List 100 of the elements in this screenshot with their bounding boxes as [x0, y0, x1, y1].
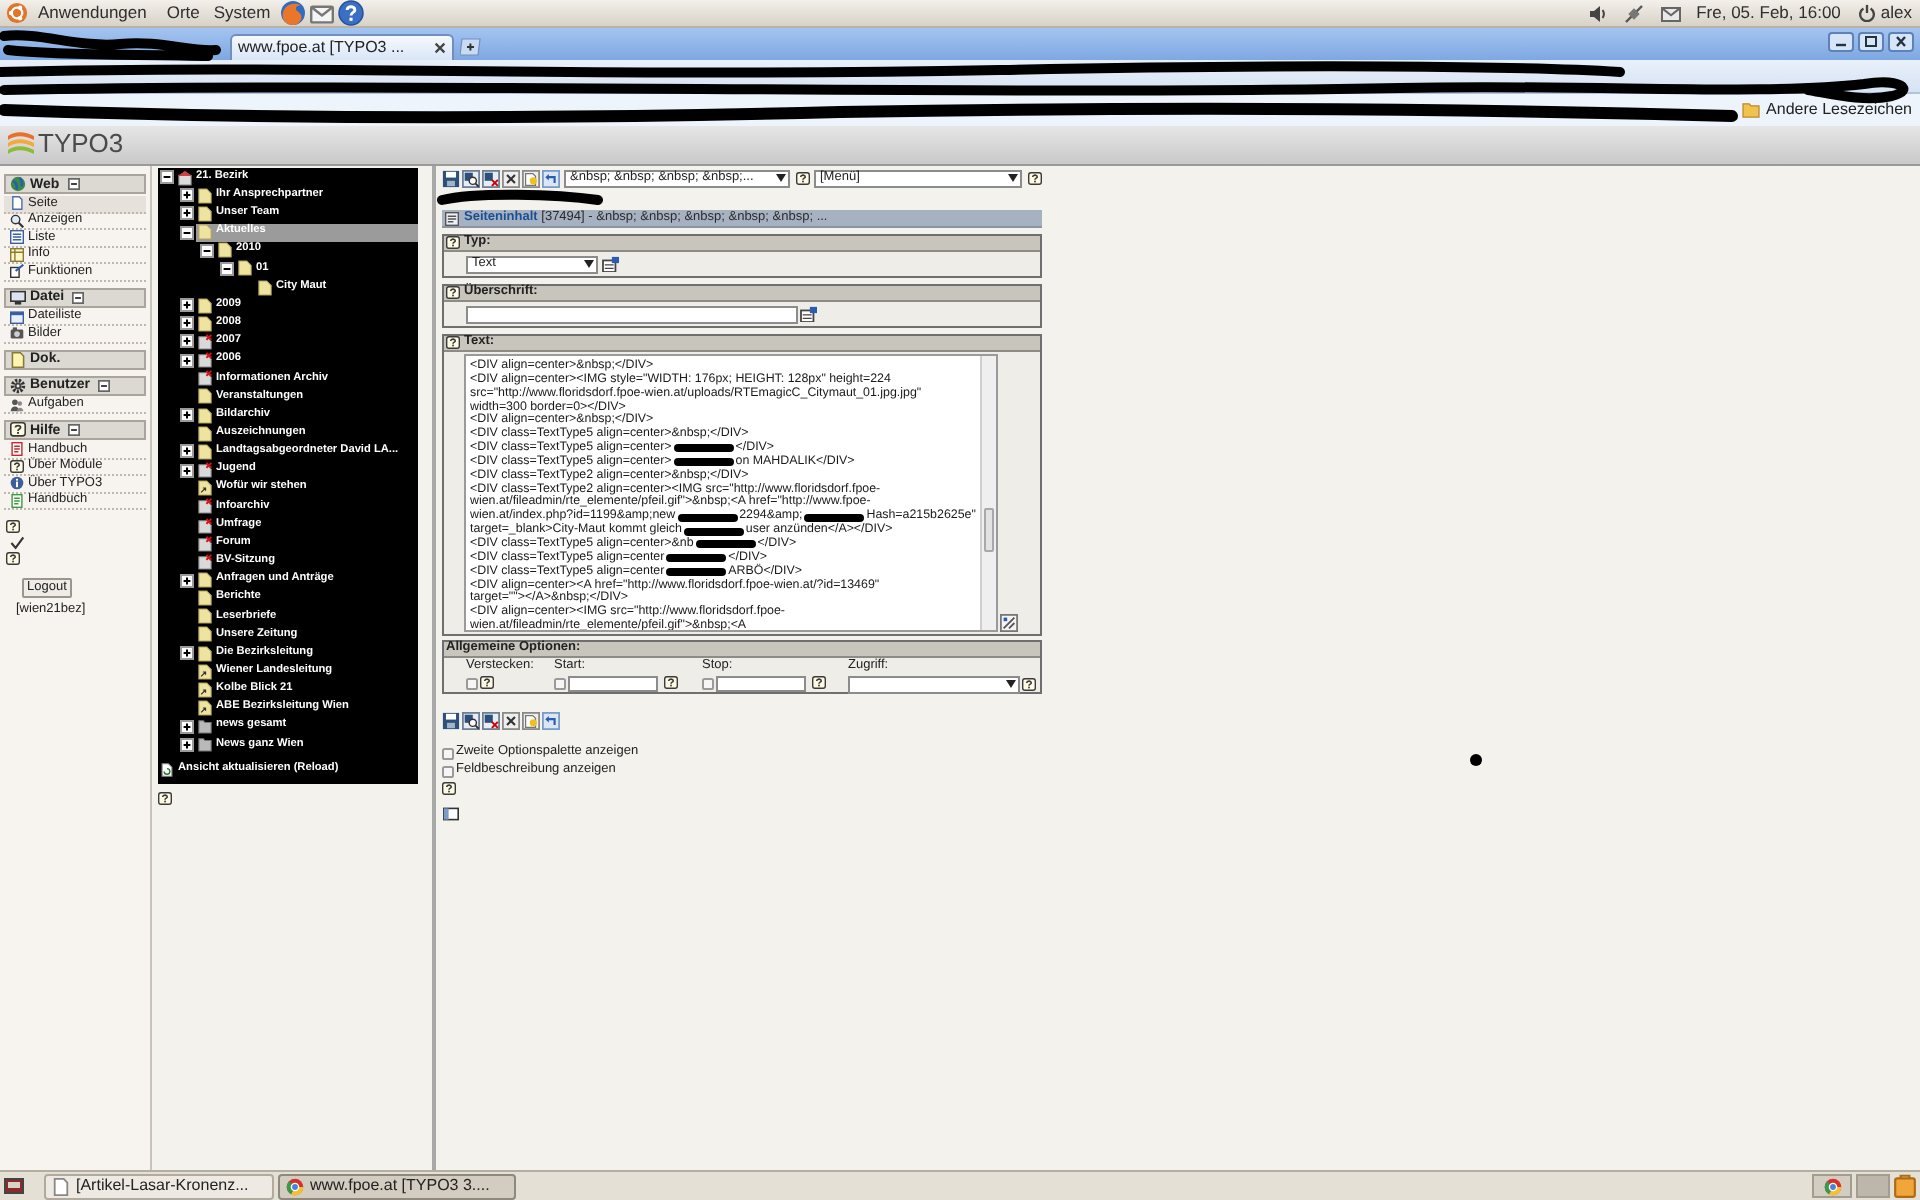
browser-tab[interactable]: www.fpoe.at [TYPO3 ...	[230, 34, 454, 60]
plus-box-icon[interactable]	[180, 188, 194, 203]
help-circle-icon[interactable]	[338, 0, 365, 26]
window-icon[interactable]	[442, 806, 460, 822]
help-icon[interactable]	[158, 792, 172, 806]
plus-box-icon[interactable]	[180, 463, 194, 478]
logo-text: TYPO3	[38, 130, 124, 156]
folder-icon	[1742, 102, 1761, 118]
envelope-icon[interactable]	[310, 1, 335, 25]
help-icon[interactable]	[1022, 677, 1036, 691]
checkbox[interactable]	[466, 677, 478, 690]
plus-box-icon[interactable]	[180, 408, 194, 423]
taskbar-button[interactable]: [Artikel-Lasar-Kronenz...	[44, 1173, 274, 1199]
help-icon[interactable]	[1028, 171, 1042, 185]
text-lines-icon	[444, 211, 460, 225]
ring-logo-icon[interactable]	[6, 2, 28, 24]
redaction-mark	[677, 513, 738, 522]
date-input[interactable]	[568, 675, 658, 692]
plus-box-icon[interactable]	[180, 573, 194, 588]
floppy-cross-icon[interactable]	[482, 711, 500, 729]
envelope-icon[interactable]	[1660, 3, 1683, 23]
plus-box-icon[interactable]	[180, 719, 194, 734]
help-icon	[10, 422, 26, 438]
menu-item[interactable]: System	[213, 4, 271, 22]
file-list-icon	[10, 309, 24, 324]
cross-icon[interactable]	[502, 711, 520, 729]
document-dot-icon[interactable]	[522, 169, 540, 187]
help-icon[interactable]	[446, 286, 460, 300]
help-icon	[10, 459, 24, 474]
help-icon[interactable]	[664, 676, 678, 691]
close-icon[interactable]	[1888, 32, 1914, 52]
plus-box-icon[interactable]	[180, 737, 194, 752]
caret-icon	[1006, 680, 1016, 688]
hidden-page-icon	[198, 462, 212, 479]
briefcase-icon[interactable]	[1894, 1174, 1916, 1198]
logo-icon	[6, 130, 36, 154]
minus-box-icon[interactable]	[67, 178, 80, 190]
help-icon[interactable]	[446, 336, 460, 350]
undo-arrow-icon[interactable]	[542, 711, 560, 729]
help-icon[interactable]	[442, 782, 456, 796]
floppy-magnifier-icon[interactable]	[462, 169, 480, 187]
document-dot-icon[interactable]	[522, 711, 540, 729]
plus-box-icon[interactable]	[180, 298, 194, 313]
help-icon[interactable]	[6, 552, 20, 566]
help-icon[interactable]	[480, 676, 494, 691]
close-icon[interactable]	[434, 42, 446, 54]
menu-item[interactable]: Orte	[166, 4, 200, 22]
cross-icon[interactable]	[502, 169, 520, 187]
minimize-icon[interactable]	[1828, 32, 1854, 52]
user-name[interactable]: alex	[1880, 4, 1912, 22]
minus-box-icon[interactable]	[220, 261, 234, 276]
form-icon[interactable]	[602, 256, 620, 272]
plus-box-icon[interactable]	[180, 646, 194, 661]
info-icon	[10, 476, 24, 491]
help-icon[interactable]	[6, 520, 20, 534]
maximize-icon[interactable]	[1858, 32, 1884, 52]
power-icon[interactable]	[1858, 4, 1877, 22]
minus-box-icon[interactable]	[200, 243, 214, 258]
network-icon[interactable]	[1624, 3, 1645, 23]
list-icon	[10, 230, 24, 245]
checkbox[interactable]	[442, 747, 454, 759]
plus-box-icon[interactable]	[180, 353, 194, 368]
plus-box-icon[interactable]	[180, 316, 194, 331]
date-input[interactable]	[716, 675, 806, 692]
scrollbar[interactable]	[980, 356, 996, 630]
form-icon[interactable]	[800, 306, 818, 322]
plus-box-icon[interactable]	[180, 444, 194, 459]
caret-icon	[1008, 174, 1018, 182]
gear-icon	[10, 377, 26, 393]
tray-button[interactable]	[1812, 1174, 1852, 1198]
colored-ring-icon	[286, 1177, 304, 1195]
minus-box-icon[interactable]	[180, 225, 194, 240]
checkbox[interactable]	[554, 677, 566, 690]
undo-arrow-icon[interactable]	[542, 169, 560, 187]
resize-icon[interactable]	[1000, 614, 1018, 632]
help-icon[interactable]	[796, 171, 810, 185]
floppy-cross-icon[interactable]	[482, 169, 500, 187]
checkbox[interactable]	[702, 677, 714, 690]
plus-box-icon[interactable]	[180, 334, 194, 349]
minus-box-icon[interactable]	[68, 424, 81, 436]
minus-box-icon[interactable]	[97, 379, 110, 391]
desktop-icon[interactable]	[4, 1177, 24, 1195]
speaker-icon[interactable]	[1588, 3, 1609, 23]
taskbar-button[interactable]: www.fpoe.at [TYPO3 3....	[278, 1173, 516, 1199]
globe-swirl-icon[interactable]	[280, 0, 307, 26]
redaction-mark	[673, 444, 734, 453]
plus-box-icon[interactable]	[180, 206, 194, 221]
bookmark-folder[interactable]: Andere Lesezeichen	[1742, 102, 1912, 118]
shortcut-page-icon	[198, 480, 212, 497]
book-icon	[10, 442, 24, 457]
help-icon[interactable]	[812, 676, 826, 691]
minus-box-icon[interactable]	[160, 170, 174, 185]
menu-item[interactable]: Anwendungen	[38, 4, 147, 22]
people-icon	[10, 397, 24, 412]
minus-box-icon[interactable]	[72, 291, 85, 303]
magnifier-icon	[10, 213, 24, 228]
help-icon[interactable]	[446, 236, 460, 250]
checkbox[interactable]	[442, 765, 454, 777]
floppy-magnifier-icon[interactable]	[462, 711, 480, 729]
plus-icon[interactable]	[460, 38, 482, 56]
